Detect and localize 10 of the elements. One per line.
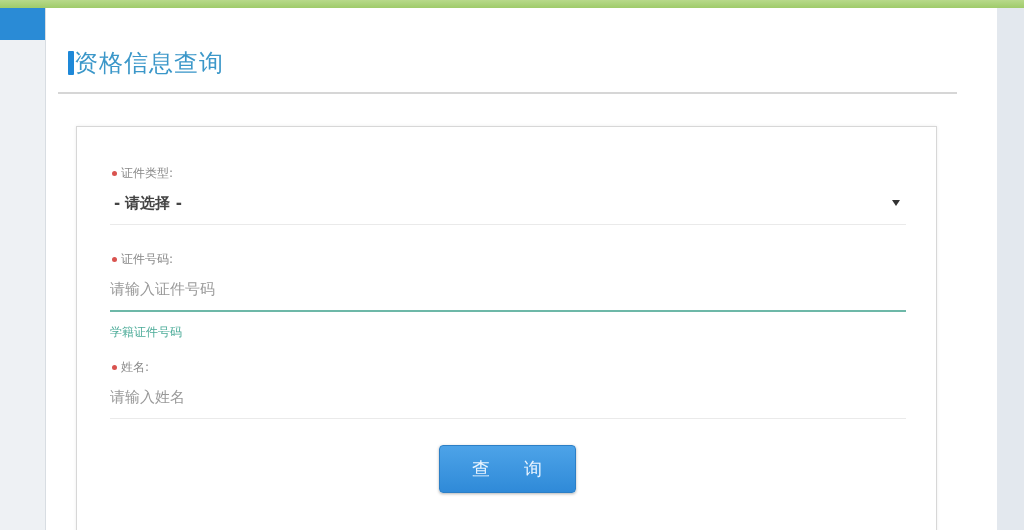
page-title: 资格信息查询: [74, 48, 224, 79]
field-label: 证件类型:: [121, 165, 174, 182]
field-label: 证件号码:: [121, 251, 174, 268]
field-hint: 学籍证件号码: [110, 324, 182, 341]
input-field[interactable]: 请输入证件号码: [110, 268, 906, 312]
select-field[interactable]: - 请选择 -: [110, 182, 906, 225]
caret-icon: [892, 200, 900, 206]
title-marker: [68, 51, 74, 75]
field-label: 姓名:: [121, 359, 150, 376]
sidebar-tab[interactable]: [0, 8, 45, 40]
